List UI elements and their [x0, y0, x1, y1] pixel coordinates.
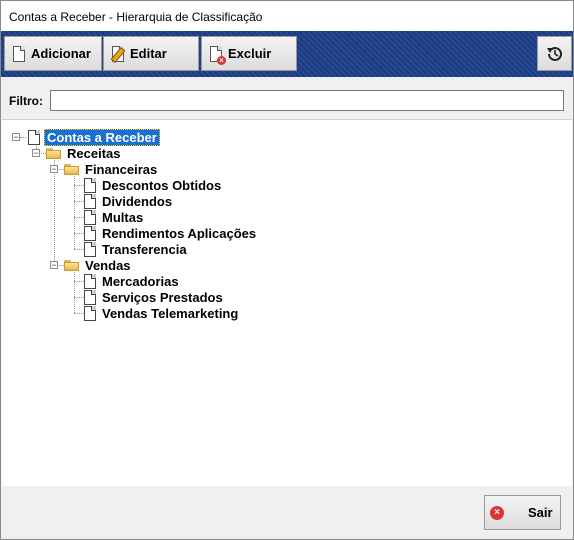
document-icon: [84, 193, 96, 209]
add-button-label: Adicionar: [31, 46, 91, 61]
document-icon: [84, 225, 96, 241]
exit-button-label: Sair: [528, 505, 553, 520]
tree-node-label: Serviços Prestados: [102, 289, 223, 305]
app-window: Contas a Receber - Hierarquia de Classif…: [0, 0, 574, 540]
document-icon: [84, 305, 96, 321]
delete-button-label: Excluir: [228, 46, 272, 61]
edit-button-label: Editar: [130, 46, 167, 61]
tree-node-label: Receitas: [67, 145, 121, 161]
tree-node-vendas-telemarketing[interactable]: Vendas Telemarketing: [84, 305, 240, 321]
classification-tree[interactable]: − Contas a Receber − Receitas − Financei…: [2, 119, 572, 487]
document-icon: [84, 177, 96, 193]
tree-node-label: Multas: [102, 209, 144, 225]
tree-node-vendas[interactable]: Vendas: [64, 257, 133, 273]
folder-open-icon: [46, 147, 62, 159]
document-icon: [84, 289, 96, 305]
tree-node-label: Financeiras: [85, 161, 158, 177]
root-collapse-toggle[interactable]: −: [12, 133, 20, 142]
tree-node-label: Descontos Obtidos: [102, 177, 222, 193]
history-button[interactable]: [537, 36, 572, 71]
tree-node-label: Mercadorias: [102, 273, 179, 289]
tree-node-label: Dividendos: [102, 193, 173, 209]
document-icon: [84, 209, 96, 225]
tree-node-transferencia[interactable]: Transferencia: [84, 241, 189, 257]
tree-node-descontos-obtidos[interactable]: Descontos Obtidos: [84, 177, 223, 193]
delete-document-icon: ×: [208, 45, 226, 65]
tree-node-dividendos[interactable]: Dividendos: [84, 193, 174, 209]
document-icon: [84, 273, 96, 289]
tree-node-rendimentos-aplicacoes[interactable]: Rendimentos Aplicações: [84, 225, 258, 241]
filter-input[interactable]: [50, 90, 564, 111]
tree-node-label: Transferencia: [102, 241, 187, 257]
tree-node-financeiras[interactable]: Financeiras: [64, 161, 159, 177]
filter-label: Filtro:: [9, 94, 43, 108]
vendas-collapse-toggle[interactable]: −: [50, 261, 58, 270]
toolbar: Adicionar Editar × Excluir: [1, 31, 573, 77]
tree-node-label: Rendimentos Aplicações: [102, 225, 257, 241]
window-title: Contas a Receber - Hierarquia de Classif…: [9, 10, 263, 24]
tree-node-label: Vendas Telemarketing: [102, 305, 239, 321]
edit-button[interactable]: Editar: [103, 36, 199, 71]
exit-button[interactable]: × Sair: [484, 495, 561, 530]
tree-node-multas[interactable]: Multas: [84, 209, 145, 225]
tree-node-servicos-prestados[interactable]: Serviços Prestados: [84, 289, 225, 305]
document-icon: [28, 129, 40, 145]
tree-node-root[interactable]: Contas a Receber: [28, 128, 160, 146]
folder-open-icon: [64, 163, 80, 175]
title-bar: Contas a Receber - Hierarquia de Classif…: [1, 1, 573, 31]
delete-button[interactable]: × Excluir: [201, 36, 297, 71]
tree-node-label: Contas a Receber: [44, 128, 160, 146]
tree-node-label: Vendas: [85, 257, 131, 273]
new-document-icon: [11, 45, 27, 63]
add-button[interactable]: Adicionar: [4, 36, 102, 71]
tree-node-receitas[interactable]: Receitas: [46, 145, 122, 161]
history-icon: [546, 46, 562, 61]
exit-icon: ×: [490, 505, 504, 520]
edit-document-icon: [110, 45, 126, 63]
folder-open-icon: [64, 259, 80, 271]
receitas-collapse-toggle[interactable]: −: [32, 149, 40, 158]
tree-node-mercadorias[interactable]: Mercadorias: [84, 273, 181, 289]
financeiras-collapse-toggle[interactable]: −: [50, 165, 58, 174]
document-icon: [84, 241, 96, 257]
